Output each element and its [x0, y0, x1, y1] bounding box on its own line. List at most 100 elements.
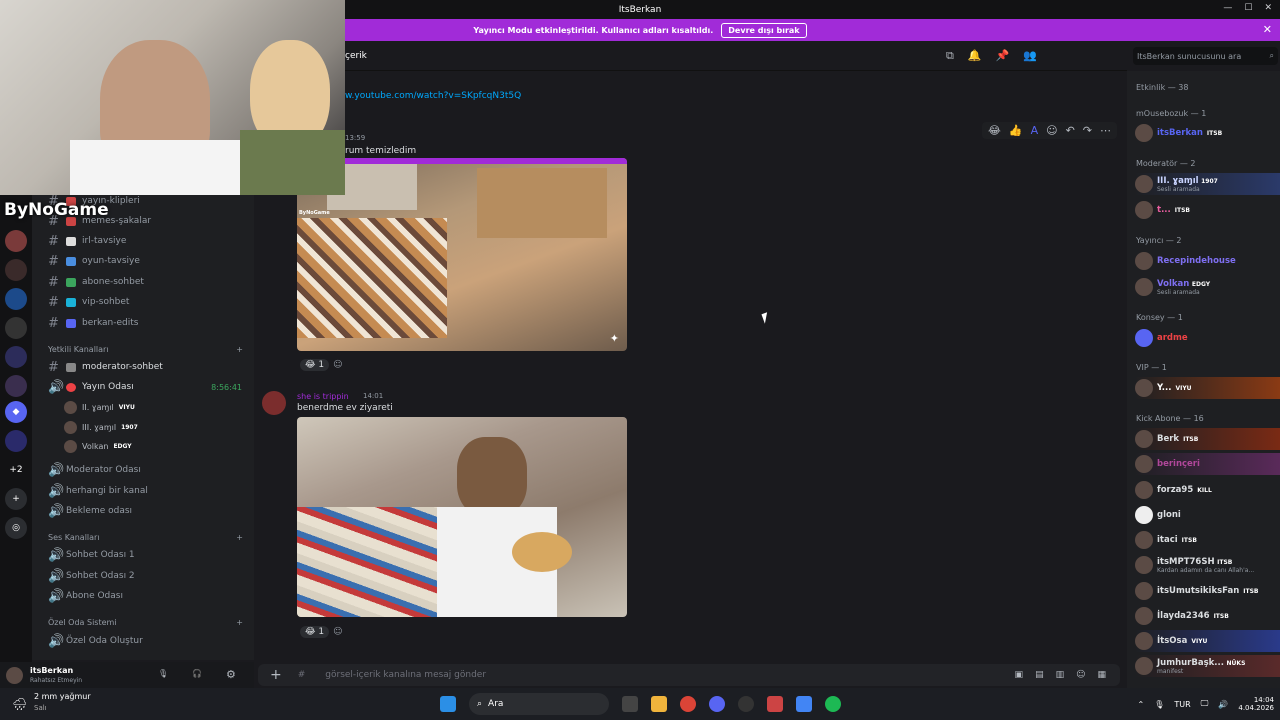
headphones-icon[interactable]: 🎧	[192, 669, 202, 678]
member-item[interactable]: Volkan EDGY Sesli aramada	[1135, 276, 1280, 298]
add-reaction-icon[interactable]: ☺	[333, 627, 342, 637]
members-icon[interactable]: 👥	[1023, 49, 1037, 63]
discord-home-icon[interactable]: ◆	[5, 401, 27, 423]
member-item[interactable]: itaci ITSB	[1135, 529, 1280, 551]
server-icon[interactable]	[5, 375, 27, 397]
member-item[interactable]: forza95 KILL	[1135, 479, 1280, 501]
voice-user[interactable]: II. ɣaɱıl VIYU	[64, 399, 135, 415]
member-item[interactable]: III. ɣaɱıl 1907 Sesli aramada	[1135, 173, 1280, 195]
member-item[interactable]: berinçeri	[1135, 453, 1280, 475]
channel-irl-tavsiye[interactable]: # irl-tavsiye	[48, 233, 248, 249]
channel-berkan-edits[interactable]: # berkan-edits	[48, 315, 248, 331]
forward-icon[interactable]: ↷	[1083, 124, 1092, 137]
server-icon[interactable]	[5, 317, 27, 339]
channel-vip-sohbet[interactable]: # vip-sohbet	[48, 294, 248, 310]
voice-bekleme[interactable]: 🔊 Bekleme odası	[48, 503, 248, 519]
more-servers[interactable]: +2	[5, 459, 27, 481]
server-icon[interactable]	[5, 430, 27, 452]
gif-icon[interactable]: ▤	[1035, 670, 1044, 680]
discover-icon[interactable]: ◎	[5, 517, 27, 539]
gear-icon[interactable]: ⚙	[226, 668, 236, 681]
more-icon[interactable]: ⋯	[1100, 124, 1111, 137]
language-indicator[interactable]: TUR	[1174, 700, 1190, 709]
voice-herhangi[interactable]: 🔊 herhangi bir kanal	[48, 483, 248, 499]
voice-sohbet-1[interactable]: 🔊 Sohbet Odası 1	[48, 547, 248, 563]
bell-icon[interactable]: 🔔	[968, 49, 982, 63]
disable-streamer-mode-button[interactable]: Devre dışı bırak	[721, 22, 807, 38]
author-avatar[interactable]	[262, 391, 286, 415]
voice-user[interactable]: Volkan EDGY	[64, 438, 132, 454]
category-ozel[interactable]: Özel Oda Sistemi +	[48, 618, 243, 627]
category-yetkili[interactable]: Yetkili Kanalları +	[48, 345, 243, 354]
server-icon[interactable]	[5, 230, 27, 252]
thumbs-up-icon[interactable]: 👍	[1009, 124, 1023, 137]
reply-icon[interactable]: ↶	[1066, 124, 1075, 137]
microphone-icon[interactable]: 🎙	[158, 669, 168, 678]
user-name[interactable]: itsBerkan	[30, 666, 73, 675]
threads-icon[interactable]: ⧉	[946, 49, 954, 63]
server-icon[interactable]	[5, 288, 27, 310]
message-composer[interactable]: + # görsel-içerik kanalına mesaj gönder …	[258, 664, 1120, 686]
app-icon[interactable]	[767, 696, 783, 712]
discord-taskbar-icon[interactable]	[709, 696, 725, 712]
gift-icon[interactable]: ▣	[1015, 670, 1024, 680]
attach-icon[interactable]: +	[270, 667, 282, 683]
clock[interactable]: 14:04 4.04.2026	[1238, 696, 1274, 712]
server-icon[interactable]	[5, 259, 27, 281]
search-input[interactable]: ItsBerkan sunucusunu ara ⌕	[1133, 47, 1278, 65]
taskbar-search[interactable]: ⌕ Ara	[469, 693, 609, 715]
laugh-reaction-icon[interactable]: 😂	[988, 124, 1001, 137]
member-item[interactable]: t... ITSB	[1135, 199, 1280, 221]
maximize-button[interactable]: ☐	[1244, 3, 1252, 13]
network-icon[interactable]: 🖵	[1201, 699, 1209, 709]
youtube-link[interactable]: w.youtube.com/watch?v=SKpfcqN3t5Q	[345, 91, 521, 101]
member-item[interactable]: Y... VIYU	[1135, 377, 1280, 399]
author-name[interactable]: she is trippin	[297, 392, 349, 401]
voice-yayin-odasi[interactable]: 🔊 Yayın Odası 8:56:41	[48, 379, 248, 395]
voice-ozel-oda[interactable]: 🔊 Özel Oda Oluştur	[48, 633, 248, 649]
chevron-up-icon[interactable]: ⌃	[1138, 700, 1145, 709]
member-item[interactable]: ardme	[1135, 327, 1280, 349]
banner-close-icon[interactable]: ✕	[1263, 23, 1272, 36]
add-server-icon[interactable]: +	[5, 488, 27, 510]
member-item[interactable]: Recepindehouse	[1135, 250, 1280, 272]
add-channel-icon[interactable]: +	[236, 345, 243, 354]
reaction-pill[interactable]: 😂 1	[300, 359, 330, 371]
member-item[interactable]: JumhurBaşk... NÜKS manifest	[1135, 655, 1280, 677]
member-item[interactable]: gloni	[1135, 504, 1280, 526]
add-reaction-icon[interactable]: ☺	[1046, 124, 1057, 137]
voice-user[interactable]: III. ɣaɱıl 1907	[64, 419, 138, 435]
add-reaction-icon[interactable]: ☺	[333, 360, 342, 370]
house-visit-image-attachment[interactable]	[297, 417, 627, 617]
apps-icon[interactable]: ▦	[1097, 670, 1106, 680]
channel-abone-sohbet[interactable]: # abone-sohbet	[48, 274, 248, 290]
voice-moderator-odasi[interactable]: 🔊 Moderator Odası	[48, 462, 248, 478]
spotify-icon[interactable]	[825, 696, 841, 712]
chrome-icon[interactable]	[680, 696, 696, 712]
task-view-icon[interactable]	[622, 696, 638, 712]
category-ses[interactable]: Ses Kanalları +	[48, 533, 243, 542]
member-item[interactable]: itsUmutsikiksFan ITSB	[1135, 580, 1280, 602]
server-icon[interactable]	[5, 346, 27, 368]
channel-moderator-sohbet[interactable]: # moderator-sohbet	[48, 359, 248, 375]
member-item[interactable]: Berk ITSB	[1135, 428, 1280, 450]
add-channel-icon[interactable]: +	[236, 618, 243, 627]
mic-tray-icon[interactable]: 🎙	[1154, 700, 1164, 709]
sticker-icon[interactable]: ▥	[1056, 670, 1065, 680]
obs-icon[interactable]	[738, 696, 754, 712]
member-item[interactable]: İlayda2346 ITSB	[1135, 605, 1280, 627]
member-item[interactable]: İtsOsa VIYU	[1135, 630, 1280, 652]
member-item[interactable]: itsBerkan ITSB	[1135, 122, 1280, 144]
file-explorer-icon[interactable]	[651, 696, 667, 712]
pin-icon[interactable]: 📌	[996, 49, 1010, 63]
voice-abone[interactable]: 🔊 Abone Odası	[48, 588, 248, 604]
google-icon[interactable]	[796, 696, 812, 712]
reaction-pill[interactable]: 😂 1	[300, 626, 330, 638]
emoji-icon[interactable]: ☺	[1076, 670, 1085, 680]
channel-oyun-tavsiye[interactable]: # oyun-tavsiye	[48, 253, 248, 269]
volume-icon[interactable]: 🔊	[1218, 700, 1228, 709]
member-item[interactable]: itsMPT76SH ITSB Kardan adamın da canı All…	[1135, 554, 1280, 576]
windows-start-icon[interactable]	[440, 696, 456, 712]
avatar[interactable]	[6, 667, 23, 684]
translate-icon[interactable]: A	[1031, 124, 1039, 137]
